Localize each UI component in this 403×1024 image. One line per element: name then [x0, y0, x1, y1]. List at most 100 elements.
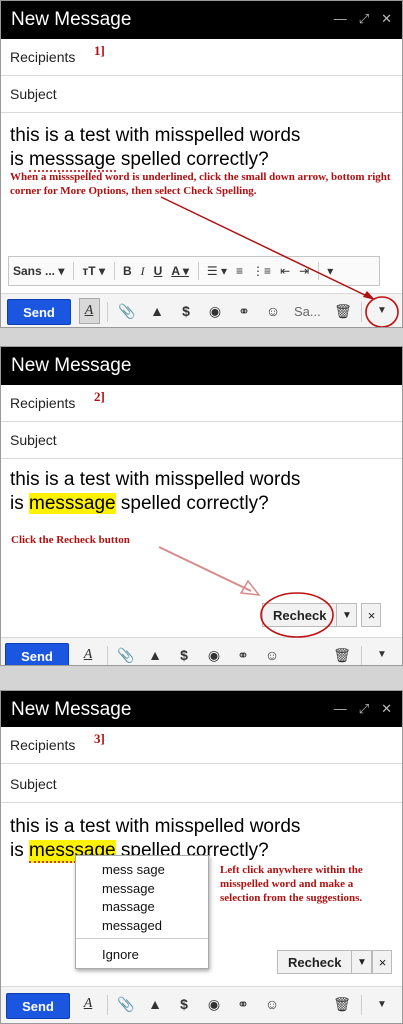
send-button[interactable]: Send: [5, 643, 69, 665]
recheck-button[interactable]: Recheck: [262, 603, 338, 627]
close-spellcheck-button[interactable]: ×: [361, 603, 382, 627]
body-line-1: this is a test with misspelled words: [10, 816, 301, 837]
insert-photo-icon[interactable]: ◉: [206, 303, 224, 320]
minimize-icon[interactable]: —: [334, 701, 347, 717]
body-line-2: is messsage spelled correctly?: [10, 493, 269, 514]
formatting-options-icon[interactable]: A: [79, 996, 97, 1012]
recipients-label: Recipients: [10, 49, 76, 65]
title-bar: New Message: [1, 347, 402, 385]
suggestion-item[interactable]: message: [102, 881, 155, 896]
compose-window-step-2: New Message Recipients 2] Subject this i…: [0, 346, 403, 666]
suggestions-menu: mess sage message massage messaged Ignor…: [75, 855, 209, 969]
suggestion-item[interactable]: mess sage: [102, 862, 165, 877]
drive-icon[interactable]: ▲: [148, 303, 166, 319]
font-family-select[interactable]: Sans ... ▾: [13, 264, 64, 278]
window-controls: — ⤢ ✕: [334, 701, 392, 717]
spellcheck-controls: Recheck ▼ ×: [262, 603, 382, 627]
formatting-options-icon[interactable]: A: [80, 303, 98, 319]
send-button[interactable]: Send: [7, 299, 71, 325]
attach-file-icon[interactable]: 📎: [118, 303, 136, 320]
recipients-field[interactable]: Recipients 2]: [1, 385, 402, 422]
insert-link-icon[interactable]: ⚭: [234, 996, 252, 1013]
insert-link-icon[interactable]: ⚭: [235, 303, 253, 320]
expand-icon[interactable]: ⤢: [359, 11, 369, 27]
insert-link-icon[interactable]: ⚭: [234, 647, 252, 664]
suggestion-item[interactable]: massage: [102, 899, 155, 914]
body-line-2: is messsage spelled correctly?: [10, 149, 269, 172]
panel-separator: [0, 328, 403, 346]
recheck-button[interactable]: Recheck: [277, 950, 353, 974]
delete-draft-icon[interactable]: 🗑: [334, 303, 352, 320]
recipients-field[interactable]: Recipients 3]: [1, 727, 402, 764]
numbered-list-icon[interactable]: ≡: [236, 264, 243, 278]
drive-icon[interactable]: ▲: [146, 647, 164, 663]
message-body[interactable]: this is a test with misspelled words is …: [10, 124, 300, 172]
message-body[interactable]: this is a test with misspelled words is …: [10, 468, 300, 516]
title-bar: New Message — ⤢ ✕: [1, 691, 402, 727]
ignore-item[interactable]: Ignore: [102, 947, 139, 962]
close-icon[interactable]: ✕: [381, 11, 392, 27]
attach-file-icon[interactable]: 📎: [117, 647, 135, 664]
send-money-icon[interactable]: $: [177, 303, 195, 319]
attach-file-icon[interactable]: 📎: [117, 996, 135, 1013]
expand-icon[interactable]: ⤢: [359, 701, 369, 717]
more-options-arrow-icon[interactable]: ▼: [373, 305, 391, 316]
compose-toolbar: Send A 📎 ▲ $ ◉ ⚭ ☺ 🗑 ▼: [1, 986, 402, 1023]
compose-window-step-3: New Message — ⤢ ✕ Recipients 3] Subject …: [0, 690, 403, 1024]
more-formatting-icon[interactable]: ▾: [327, 264, 333, 278]
suggestion-item[interactable]: messaged: [102, 918, 162, 933]
send-money-icon[interactable]: $: [175, 647, 193, 663]
italic-button[interactable]: I: [141, 264, 145, 279]
subject-field[interactable]: Subject: [1, 766, 402, 803]
panel-separator: [0, 666, 403, 690]
spellcheck-controls: Recheck ▼ ×: [277, 950, 393, 974]
step-number: 2]: [94, 389, 105, 404]
spellcheck-options-arrow-icon[interactable]: ▼: [337, 603, 358, 627]
spellcheck-options-arrow-icon[interactable]: ▼: [352, 950, 373, 974]
font-size-select[interactable]: тT ▾: [82, 264, 105, 278]
close-icon[interactable]: ✕: [381, 701, 392, 717]
align-icon[interactable]: ☰ ▾: [207, 264, 227, 278]
misspelled-word[interactable]: messsage: [29, 149, 116, 172]
highlighted-misspelled-word[interactable]: messsage: [29, 493, 116, 514]
insert-photo-icon[interactable]: ◉: [205, 996, 223, 1013]
emoji-icon[interactable]: ☺: [263, 996, 281, 1012]
compose-toolbar: Send A 📎 ▲ $ ◉ ⚭ ☺ Sa... 🗑 ▼: [1, 293, 402, 327]
underline-button[interactable]: U: [154, 264, 163, 278]
indent-more-icon[interactable]: ⇥: [299, 264, 309, 278]
bold-button[interactable]: B: [123, 264, 132, 278]
instruction-annotation: Click the Recheck button: [11, 534, 130, 546]
send-button[interactable]: Send: [6, 993, 70, 1019]
subject-field[interactable]: Subject: [1, 76, 402, 113]
text-color-button[interactable]: A ▾: [171, 264, 189, 278]
insert-photo-icon[interactable]: ◉: [205, 647, 223, 664]
recipients-label: Recipients: [10, 737, 76, 753]
subject-label: Subject: [10, 86, 57, 102]
compose-window-step-1: New Message — ⤢ ✕ Recipients 1] Subject …: [0, 0, 403, 328]
bulleted-list-icon[interactable]: ⋮≡: [252, 264, 271, 278]
minimize-icon[interactable]: —: [334, 11, 347, 27]
close-spellcheck-button[interactable]: ×: [372, 950, 393, 974]
menu-divider: [76, 938, 208, 939]
send-money-icon[interactable]: $: [175, 996, 193, 1012]
formatting-options-icon[interactable]: A: [79, 647, 97, 663]
subject-field[interactable]: Subject: [1, 422, 402, 459]
signature-truncated[interactable]: Sa...: [294, 304, 321, 319]
indent-less-icon[interactable]: ⇤: [280, 264, 290, 278]
recipients-field[interactable]: Recipients 1]: [1, 39, 402, 76]
title-bar: New Message — ⤢ ✕: [1, 1, 402, 39]
delete-draft-icon[interactable]: 🗑: [333, 647, 351, 664]
emoji-icon[interactable]: ☺: [264, 303, 282, 319]
instruction-annotation: Left click anywhere within the misspelle…: [220, 864, 363, 904]
drive-icon[interactable]: ▲: [146, 996, 164, 1012]
body-line-1: this is a test with misspelled words: [10, 125, 301, 146]
subject-label: Subject: [10, 432, 57, 448]
instruction-annotation: When a missspelled word is underlined, c…: [10, 171, 391, 197]
delete-draft-icon[interactable]: 🗑: [333, 996, 351, 1013]
window-title: New Message: [11, 699, 132, 720]
step-number: 3]: [94, 731, 105, 746]
more-options-arrow-icon[interactable]: ▼: [373, 649, 391, 660]
more-options-arrow-icon[interactable]: ▼: [373, 999, 391, 1010]
window-title: New Message: [11, 9, 132, 30]
emoji-icon[interactable]: ☺: [263, 647, 281, 663]
